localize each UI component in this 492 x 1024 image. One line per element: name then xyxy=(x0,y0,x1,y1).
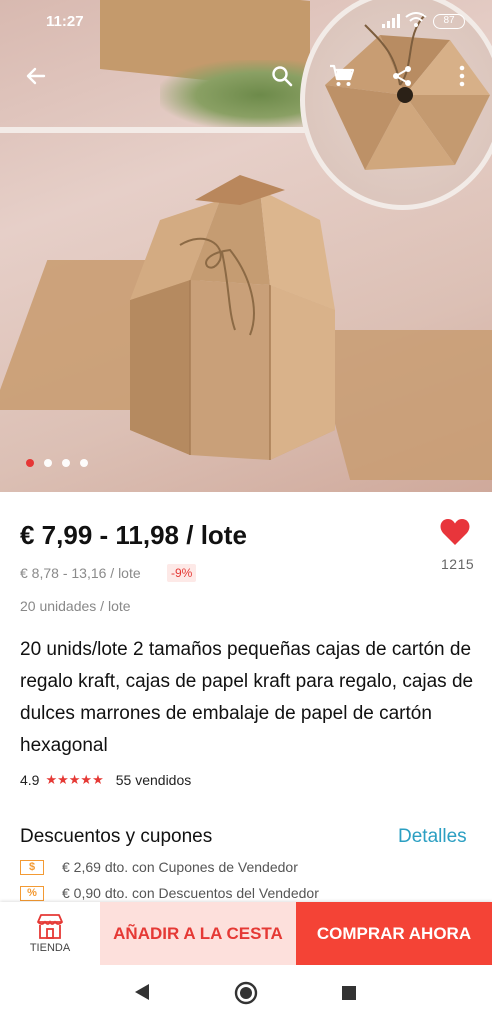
original-price: € 8,78 - 13,16 / lote xyxy=(20,565,141,581)
coupon-percent-icon: % xyxy=(20,885,44,901)
search-button[interactable] xyxy=(260,52,304,100)
image-background-edge xyxy=(0,127,330,133)
store-button[interactable]: TIENDA xyxy=(0,902,100,965)
top-toolbar xyxy=(0,52,492,100)
product-title: 20 unids/lote 2 tamaños pequeñas cajas d… xyxy=(20,639,474,756)
store-label: TIENDA xyxy=(29,942,71,954)
coupon-item[interactable]: $ € 2,69 dto. con Cupones de Vendedor xyxy=(20,859,298,875)
add-to-cart-button[interactable]: AÑADIR A LA CESTA xyxy=(100,902,296,965)
signal-icon xyxy=(382,14,400,28)
rating-row[interactable]: 4.9 ★★★★★ 55 vendidos xyxy=(20,772,191,788)
nav-recents-icon[interactable] xyxy=(341,985,357,1001)
buy-now-button[interactable]: COMPRAR AHORA xyxy=(296,902,492,965)
system-nav-bar xyxy=(0,965,492,1024)
status-bar: 11:27 87 xyxy=(0,0,492,44)
nav-back-icon[interactable] xyxy=(133,982,151,1002)
rating-value: 4.9 xyxy=(20,772,40,788)
wishlist-button[interactable] xyxy=(440,518,476,550)
coupon-item[interactable]: % € 0,90 dto. con Descuentos del Vendedo… xyxy=(20,885,319,901)
share-icon xyxy=(393,66,411,86)
discount-badge: -9% xyxy=(167,564,197,582)
carousel-dot[interactable] xyxy=(26,459,34,467)
more-button[interactable] xyxy=(444,52,480,100)
battery-icon: 87 xyxy=(433,14,465,29)
discounts-section-title: Descuentos y cupones xyxy=(20,826,213,847)
heart-icon xyxy=(440,519,470,545)
wishlist-count: 1215 xyxy=(441,556,475,572)
coupon-text: € 2,69 dto. con Cupones de Vendedor xyxy=(62,859,298,875)
status-time: 11:27 xyxy=(46,13,84,30)
carousel-dot[interactable] xyxy=(80,459,88,467)
back-arrow-icon xyxy=(26,67,46,85)
coupon-dollar-icon: $ xyxy=(20,859,44,875)
cart-button[interactable] xyxy=(320,52,364,100)
bottom-action-bar: TIENDA AÑADIR A LA CESTA COMPRAR AHORA xyxy=(0,902,492,965)
store-icon xyxy=(37,914,63,939)
carousel-dots[interactable] xyxy=(26,459,88,467)
product-price: € 7,99 - 11,98 / lote xyxy=(20,520,247,550)
share-button[interactable] xyxy=(380,52,424,100)
units-per-lot: 20 unidades / lote xyxy=(20,598,131,614)
cart-icon xyxy=(330,64,355,86)
nav-home-icon[interactable] xyxy=(234,981,258,1005)
wifi-icon xyxy=(405,12,427,27)
coupon-text: € 0,90 dto. con Descuentos del Vendedor xyxy=(62,885,319,901)
carousel-dot[interactable] xyxy=(62,459,70,467)
more-vert-icon xyxy=(459,65,465,87)
back-button[interactable] xyxy=(14,52,58,100)
sold-count: 55 vendidos xyxy=(115,772,192,788)
carousel-dot[interactable] xyxy=(44,459,52,467)
hexagon-box-illustration xyxy=(130,175,335,460)
discounts-details-link[interactable]: Detalles xyxy=(398,826,467,848)
search-icon xyxy=(272,66,293,87)
star-rating-icon: ★★★★★ xyxy=(45,772,104,787)
